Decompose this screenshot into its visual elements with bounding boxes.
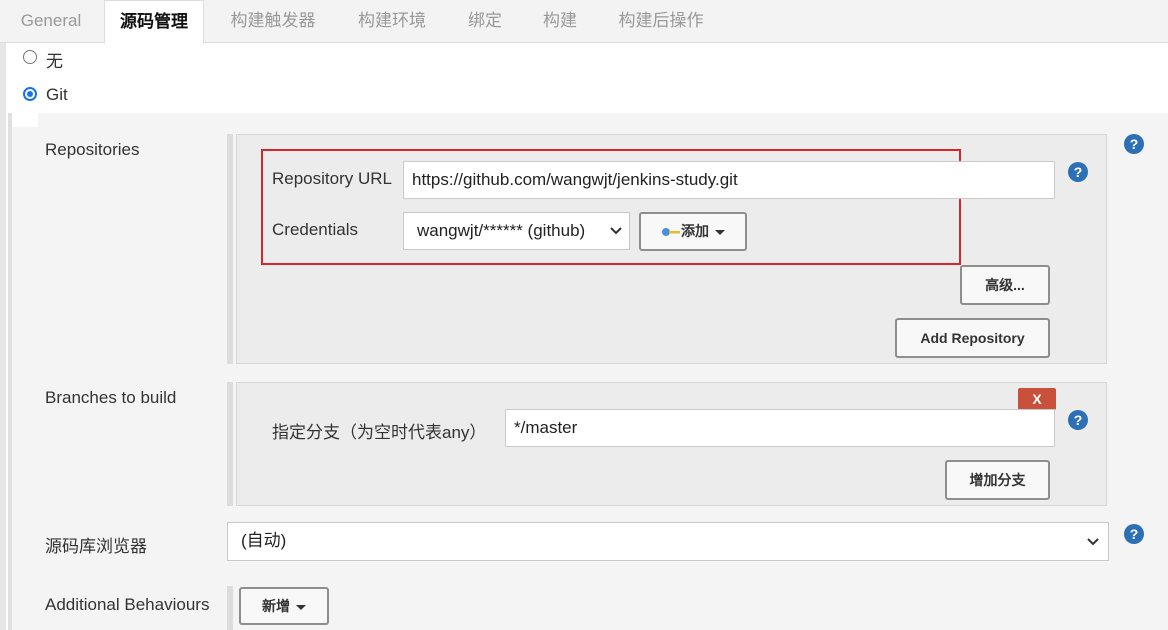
radio-none-label: 无 <box>46 52 63 71</box>
branch-specifier-label: 指定分支（为空时代表any） <box>272 423 487 442</box>
branch-help-icon[interactable]: ? <box>1068 410 1088 430</box>
tab-build-environment[interactable]: 构建环境 <box>343 0 441 42</box>
branches-label: Branches to build <box>45 388 177 407</box>
tab-bindings[interactable]: 绑定 <box>455 0 515 42</box>
tab-post-build[interactable]: 构建后操作 <box>604 0 718 42</box>
branch-specifier-input[interactable]: */master <box>505 409 1055 447</box>
radio-git-label: Git <box>46 85 68 104</box>
left-gutter <box>0 43 6 630</box>
add-behaviour-button[interactable]: 新增 <box>239 587 329 625</box>
repositories-label: Repositories <box>45 140 140 159</box>
radio-none[interactable] <box>23 50 37 64</box>
tab-build[interactable]: 构建 <box>530 0 590 42</box>
add-credentials-button[interactable]: 添加 <box>639 212 747 251</box>
repository-url-label: Repository URL <box>272 169 392 188</box>
chevron-down-icon <box>1087 538 1099 546</box>
credentials-select-value: wangwjt/****** (github) <box>417 221 586 240</box>
repository-url-input[interactable]: https://github.com/wangwjt/jenkins-study… <box>403 161 1055 199</box>
repository-browser-select[interactable]: (自动) <box>227 522 1109 561</box>
caret-down-icon <box>296 604 306 610</box>
delete-branch-button[interactable]: X <box>1018 388 1056 410</box>
add-branch-button[interactable]: 增加分支 <box>945 460 1050 500</box>
credentials-select[interactable]: wangwjt/****** (github) <box>403 212 630 250</box>
add-credentials-label: 添加 <box>681 223 709 239</box>
advanced-button[interactable]: 高级... <box>960 265 1050 305</box>
radio-git[interactable] <box>23 87 37 101</box>
add-repository-button[interactable]: Add Repository <box>895 318 1050 358</box>
chevron-down-icon <box>610 227 622 235</box>
tab-build-triggers[interactable]: 构建触发器 <box>216 0 330 42</box>
tab-bar: General 源码管理 构建触发器 构建环境 绑定 构建 构建后操作 <box>0 0 1168 44</box>
repository-url-help-icon[interactable]: ? <box>1068 162 1088 182</box>
key-icon <box>662 228 680 237</box>
repositories-help-icon[interactable]: ? <box>1124 134 1144 154</box>
repository-browser-help-icon[interactable]: ? <box>1124 524 1144 544</box>
caret-down-icon <box>715 229 725 235</box>
tab-general[interactable]: General <box>6 0 96 42</box>
tab-source-control[interactable]: 源码管理 <box>104 0 204 44</box>
add-behaviour-label: 新增 <box>262 598 290 614</box>
additional-behaviours-label: Additional Behaviours <box>45 595 210 614</box>
repository-browser-value: (自动) <box>241 531 287 550</box>
credentials-label: Credentials <box>272 220 358 239</box>
repository-browser-label: 源码库浏览器 <box>45 537 147 556</box>
